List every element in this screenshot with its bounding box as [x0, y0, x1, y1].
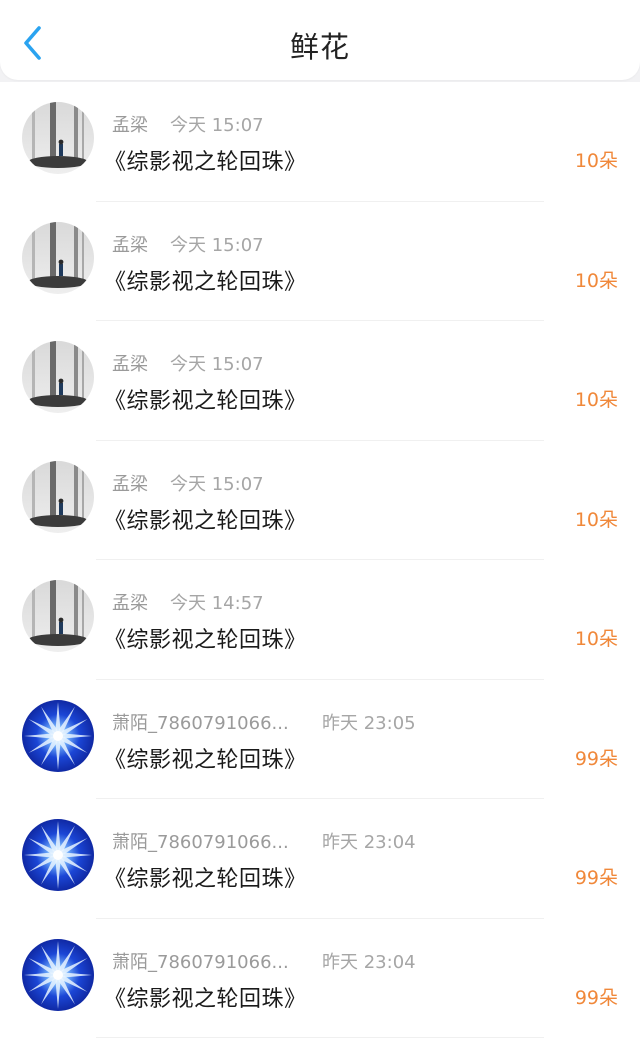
- timestamp: 昨天 23:04: [322, 828, 416, 854]
- sender-name[interactable]: 孟梁: [112, 111, 148, 137]
- list-item[interactable]: 萧陌_7860791066... 昨天 23:04 《综影视之轮回珠》 99朵: [0, 919, 640, 1038]
- sender-name[interactable]: 孟梁: [112, 350, 148, 376]
- sender-name[interactable]: 萧陌_7860791066...: [112, 828, 289, 854]
- book-title: 《综影视之轮回珠》: [104, 742, 307, 774]
- flower-count: 10朵: [575, 505, 618, 532]
- timestamp: 今天 15:07: [170, 470, 264, 496]
- sender-name[interactable]: 萧陌_7860791066...: [112, 709, 289, 735]
- flower-count: 99朵: [575, 983, 618, 1010]
- timestamp: 今天 15:07: [170, 231, 264, 257]
- avatar[interactable]: [22, 939, 94, 1011]
- avatar[interactable]: [22, 700, 94, 772]
- book-title: 《综影视之轮回珠》: [104, 144, 307, 176]
- timestamp: 昨天 23:04: [322, 948, 416, 974]
- avatar[interactable]: [22, 222, 94, 294]
- list-item[interactable]: 孟梁 今天 15:07 《综影视之轮回珠》 10朵: [0, 202, 640, 322]
- avatar[interactable]: [22, 819, 94, 891]
- timestamp: 昨天 23:05: [322, 709, 416, 735]
- list-item[interactable]: 萧陌_7860791066... 昨天 23:05 《综影视之轮回珠》 99朵: [0, 680, 640, 800]
- book-title: 《综影视之轮回珠》: [104, 981, 307, 1013]
- timestamp: 今天 15:07: [170, 111, 264, 137]
- sender-name[interactable]: 萧陌_7860791066...: [112, 948, 289, 974]
- list-item[interactable]: 萧陌_7860791066... 昨天 23:04 《综影视之轮回珠》 99朵: [0, 799, 640, 919]
- list-item[interactable]: 孟梁 今天 15:07 《综影视之轮回珠》 10朵: [0, 321, 640, 441]
- book-title: 《综影视之轮回珠》: [104, 383, 307, 415]
- list-item[interactable]: 孟梁 今天 15:07 《综影视之轮回珠》 10朵: [0, 82, 640, 202]
- flower-count: 99朵: [575, 744, 618, 771]
- sender-name[interactable]: 孟梁: [112, 231, 148, 257]
- list-item[interactable]: 孟梁 今天 14:57 《综影视之轮回珠》 10朵: [0, 560, 640, 680]
- sender-name[interactable]: 孟梁: [112, 589, 148, 615]
- book-title: 《综影视之轮回珠》: [104, 264, 307, 296]
- book-title: 《综影视之轮回珠》: [104, 503, 307, 535]
- flower-count: 99朵: [575, 863, 618, 890]
- flower-count: 10朵: [575, 146, 618, 173]
- flower-count: 10朵: [575, 266, 618, 293]
- book-title: 《综影视之轮回珠》: [104, 861, 307, 893]
- avatar[interactable]: [22, 461, 94, 533]
- avatar[interactable]: [22, 341, 94, 413]
- flower-count: 10朵: [575, 624, 618, 651]
- timestamp: 今天 14:57: [170, 589, 264, 615]
- top-bar: 鲜花: [0, 0, 640, 80]
- page-title: 鲜花: [0, 24, 640, 66]
- flower-list: 孟梁 今天 15:07 《综影视之轮回珠》 10朵 孟梁 今天 15:07 《综…: [0, 82, 640, 1038]
- avatar[interactable]: [22, 102, 94, 174]
- timestamp: 今天 15:07: [170, 350, 264, 376]
- avatar[interactable]: [22, 580, 94, 652]
- flower-count: 10朵: [575, 385, 618, 412]
- sender-name[interactable]: 孟梁: [112, 470, 148, 496]
- list-item[interactable]: 孟梁 今天 15:07 《综影视之轮回珠》 10朵: [0, 441, 640, 561]
- book-title: 《综影视之轮回珠》: [104, 622, 307, 654]
